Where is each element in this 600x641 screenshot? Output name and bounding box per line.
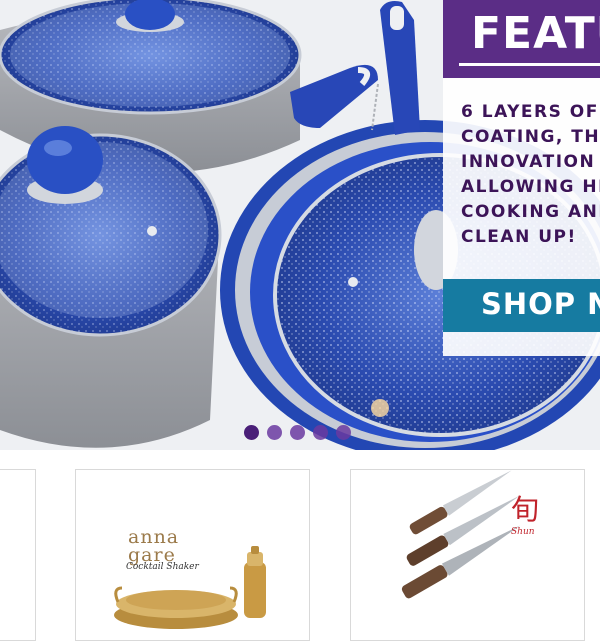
shun-subtitle: Shun	[511, 527, 535, 537]
shun-logo: 旬	[511, 496, 539, 524]
slide-dot-3[interactable]	[290, 425, 305, 440]
kitchen-knives-image	[401, 470, 521, 599]
shun-glyph: 旬	[511, 493, 540, 526]
feature-line: COOKING AND	[461, 202, 600, 222]
gold-tray-and-shaker-image	[114, 546, 266, 629]
slide-dot-4[interactable]	[313, 425, 328, 440]
product-card-anna-gare[interactable]: anna gare Cocktail Shaker	[75, 469, 310, 641]
slide-dots	[244, 425, 351, 441]
feature-line: COATING, THIS	[461, 127, 600, 147]
feature-header: FEATU	[443, 0, 600, 78]
feature-line: CLEAN UP!	[461, 227, 577, 247]
shop-now-button[interactable]: SHOP N	[443, 279, 600, 332]
product-card-shun-knives[interactable]: 旬 Shun	[350, 469, 585, 641]
feature-line: INNOVATION I	[461, 152, 600, 172]
product-card-partial[interactable]	[0, 469, 36, 641]
slide-dot-5[interactable]	[336, 425, 351, 440]
feature-title: FEATU	[471, 8, 600, 59]
feature-line: ALLOWING HEA	[461, 177, 600, 197]
feature-divider	[459, 63, 600, 66]
feature-line: 6 LAYERS OF	[461, 102, 599, 122]
feature-panel: FEATU 6 LAYERS OF COATING, THIS INNOVATI…	[443, 0, 600, 356]
slide-dot-2[interactable]	[267, 425, 282, 440]
feature-description: 6 LAYERS OF COATING, THIS INNOVATION I A…	[461, 100, 600, 250]
hero-banner[interactable]: FEATU 6 LAYERS OF COATING, THIS INNOVATI…	[0, 0, 600, 450]
shop-now-label: SHOP N	[481, 287, 600, 321]
slide-dot-1[interactable]	[244, 425, 259, 440]
